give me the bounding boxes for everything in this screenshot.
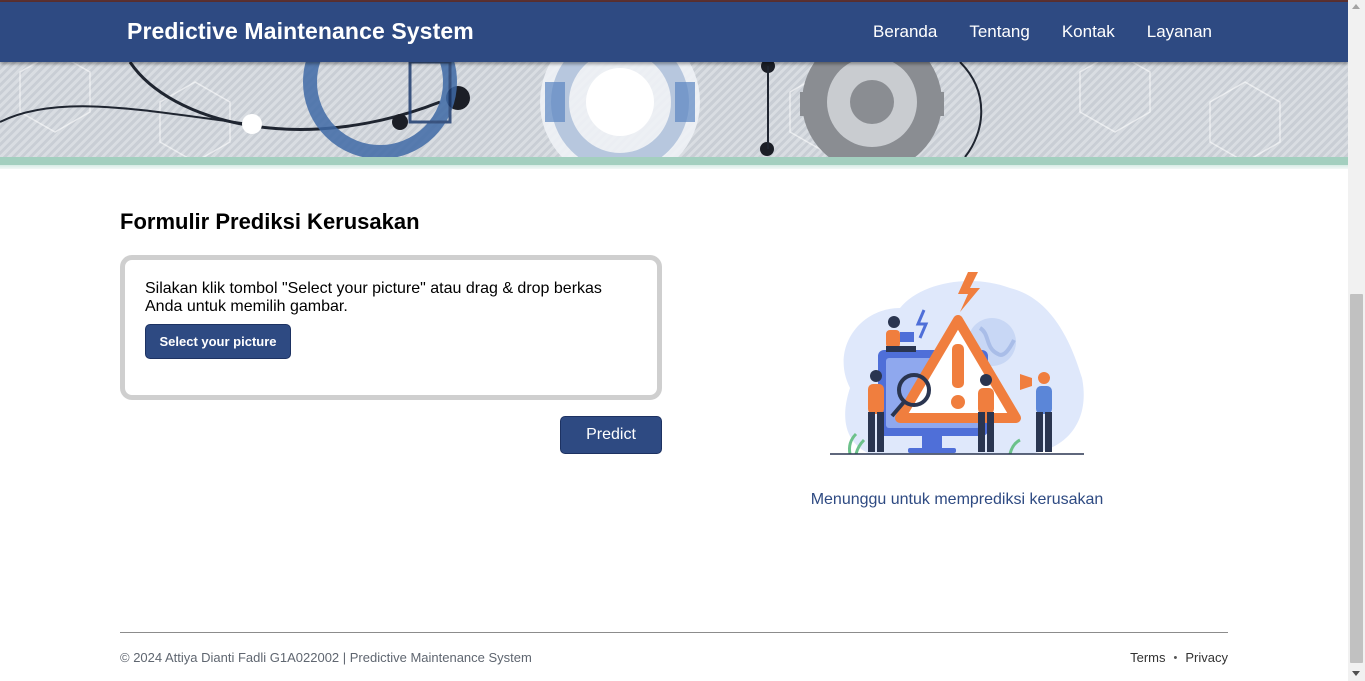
scrollbar-thumb[interactable] xyxy=(1350,294,1363,663)
footer-links: Terms • Privacy xyxy=(1130,650,1228,665)
page: Predictive Maintenance System Beranda Te… xyxy=(0,0,1348,681)
hero-banner xyxy=(0,62,1348,157)
upload-dropzone[interactable]: Silakan klik tombol "Select your picture… xyxy=(120,255,662,400)
nav-link-beranda[interactable]: Beranda xyxy=(873,22,937,42)
warning-alert-illustration xyxy=(820,268,1090,460)
nav-links: Beranda Tentang Kontak Layanan xyxy=(873,22,1212,42)
prediction-status: Menunggu untuk memprediksi kerusakan xyxy=(810,491,1104,508)
predict-button[interactable]: Predict xyxy=(560,416,662,454)
scroll-down-arrow-icon[interactable] xyxy=(1352,671,1360,676)
form-title: Formulir Prediksi Kerusakan xyxy=(120,209,420,234)
footer-link-terms[interactable]: Terms xyxy=(1130,650,1165,665)
select-picture-button[interactable]: Select your picture xyxy=(145,324,291,359)
footer-divider xyxy=(120,632,1228,633)
page-scrollbar[interactable] xyxy=(1348,0,1365,681)
upload-instruction: Silakan klik tombol "Select your picture… xyxy=(145,280,602,315)
footer-separator: • xyxy=(1173,651,1178,664)
scroll-up-arrow-icon[interactable] xyxy=(1352,4,1360,9)
nav-link-tentang[interactable]: Tentang xyxy=(969,22,1030,42)
nav-link-kontak[interactable]: Kontak xyxy=(1062,22,1115,42)
footer-copyright: © 2024 Attiya Dianti Fadli G1A022002 | P… xyxy=(120,650,532,665)
gears-banner-image xyxy=(0,62,1281,157)
navbar: Predictive Maintenance System Beranda Te… xyxy=(0,2,1348,62)
banner-stripe xyxy=(0,157,1348,169)
brand-title[interactable]: Predictive Maintenance System xyxy=(127,18,474,45)
nav-link-layanan[interactable]: Layanan xyxy=(1147,22,1212,42)
footer-link-privacy[interactable]: Privacy xyxy=(1185,650,1228,665)
